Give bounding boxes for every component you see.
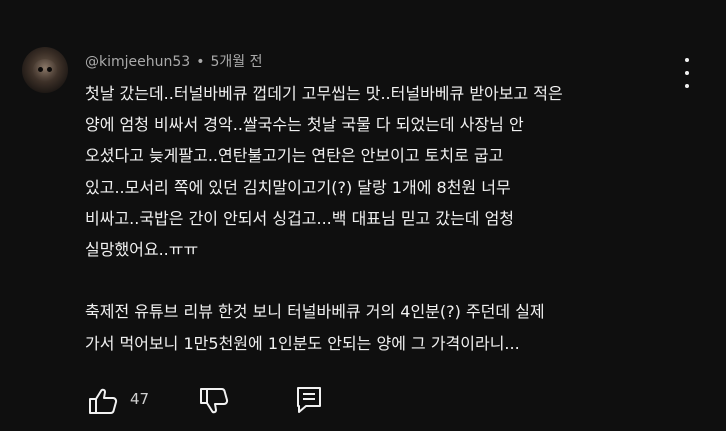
comment-line: 있고..모서리 쪽에 있던 김치말이고기(?) 달랑 1개에 8천원 너무: [85, 177, 511, 197]
thumbs-down-icon[interactable]: [199, 387, 229, 415]
more-dot: [685, 71, 689, 75]
comment-text: 첫날 갔는데..터널바베큐 껍데기 고무씹는 맛..터널바베큐 받아보고 적은 …: [85, 78, 685, 359]
comment-line: 비싸고..국밥은 간이 안되서 싱겁고...백 대표님 믿고 갔는데 엄청: [85, 208, 515, 228]
like-count: 47: [130, 390, 150, 408]
reply-comment-icon[interactable]: [296, 386, 322, 414]
comment-author[interactable]: @kimjeehun53: [85, 54, 190, 70]
comment-actions: 47: [88, 384, 348, 416]
more-dot: [685, 58, 689, 62]
avatar-eye-right: [47, 67, 52, 72]
comment-time[interactable]: 5개월 전: [210, 54, 262, 70]
avatar-eye-left: [38, 67, 43, 72]
comment-line: 실망했어요..ㅠㅠ: [85, 239, 199, 259]
comment-line: 축제전 유튜브 리뷰 한것 보니 터널바베큐 거의 4인분(?) 주던데 실제: [85, 302, 545, 322]
comment-line: [85, 265, 685, 296]
more-dot: [685, 84, 689, 88]
comment-line: 첫날 갔는데..터널바베큐 껍데기 고무씹는 맛..터널바베큐 받아보고 적은: [85, 84, 563, 103]
comment-line: 양에 엄청 비싸서 경악..쌀국수는 첫날 국물 다 되었는데 사장님 안: [85, 115, 524, 135]
thumbs-up-icon[interactable]: [88, 387, 118, 415]
comment-header: @kimjeehun53 • 5개월 전: [85, 51, 262, 71]
avatar[interactable]: [22, 47, 68, 93]
avatar-face: [33, 59, 57, 81]
comment-line: 오셨다고 늦게팔고..연탄불고기는 연탄은 안보이고 토치로 굽고: [85, 146, 504, 166]
comment-line: 가서 먹어보니 1만5천원에 1인분도 안되는 양에 그 가격이라니...: [85, 333, 520, 353]
meta-separator: •: [196, 54, 205, 70]
